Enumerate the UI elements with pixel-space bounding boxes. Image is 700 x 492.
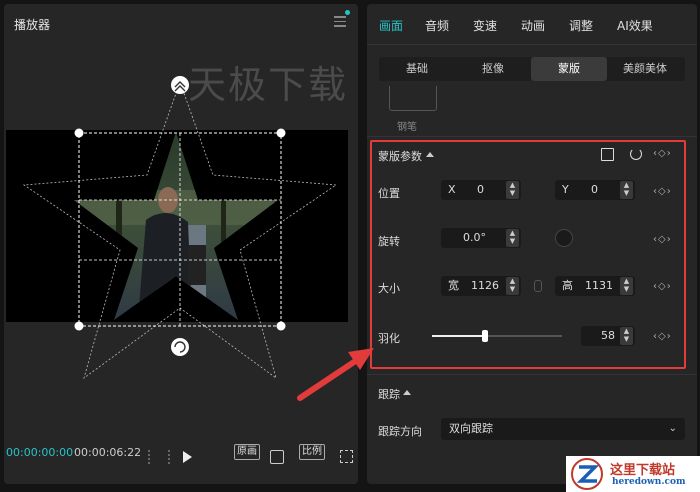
x-value: 0 <box>477 183 484 196</box>
mask-divider <box>367 136 697 137</box>
width-value: 1126 <box>471 279 499 292</box>
feather-value: 58 <box>601 329 615 342</box>
track-direction-value: 双向跟踪 <box>449 422 493 435</box>
y-stepper[interactable]: ▲ ▼ <box>620 181 633 199</box>
tabs-divider <box>367 44 697 45</box>
menu-icon[interactable] <box>334 16 346 27</box>
feather-input[interactable]: 58 ▲ ▼ <box>581 326 635 346</box>
rotation-stepper[interactable]: ▲ ▼ <box>506 229 519 247</box>
invert-mask-icon[interactable] <box>601 148 614 161</box>
height-value: 1131 <box>585 279 613 292</box>
width-stepper[interactable]: ▲ ▼ <box>506 277 519 295</box>
tab-adjust[interactable]: 调整 <box>569 17 593 34</box>
track-section-title[interactable]: 跟踪 <box>378 386 400 402</box>
tab-picture[interactable]: 画面 <box>379 17 403 34</box>
link-ratio-icon[interactable] <box>534 280 542 292</box>
rotation-dial[interactable] <box>555 229 573 247</box>
x-prefix: X <box>448 183 456 196</box>
original-quality-button[interactable]: 原画 <box>234 444 260 460</box>
subtab-basic[interactable]: 基础 <box>379 57 455 81</box>
chevron-down-icon: ⌄ <box>668 423 677 434</box>
y-value: 0 <box>591 183 598 196</box>
pen-mask-thumbnail[interactable] <box>389 86 437 111</box>
subtab-mask[interactable]: 蒙版 <box>531 57 607 81</box>
collapse-icon[interactable] <box>426 152 434 157</box>
height-prefix: 高 <box>562 279 573 292</box>
height-stepper[interactable]: ▲ ▼ <box>620 277 633 295</box>
feather-slider-thumb[interactable] <box>482 330 489 342</box>
size-keyframe-icon[interactable]: ‹◇› <box>653 281 672 292</box>
position-y-input[interactable]: Y 0 ▲ ▼ <box>555 180 635 200</box>
y-prefix: Y <box>562 183 569 196</box>
pen-mask-label: 钢笔 <box>397 122 417 133</box>
size-label: 大小 <box>378 282 400 295</box>
width-prefix: 宽 <box>448 279 459 292</box>
tab-audio[interactable]: 音频 <box>425 17 449 34</box>
tab-ai-effects[interactable]: AI效果 <box>617 17 653 34</box>
rotation-keyframe-icon[interactable]: ‹◇› <box>653 234 672 245</box>
feather-slider-track[interactable] <box>432 330 562 342</box>
feather-slider-fill <box>432 335 486 337</box>
subtab-beauty[interactable]: 美颜美体 <box>607 57 683 81</box>
rotation-value: 0.0° <box>463 231 486 244</box>
width-input[interactable]: 宽 1126 ▲ ▼ <box>441 276 521 296</box>
height-input[interactable]: 高 1131 ▲ ▼ <box>555 276 635 296</box>
reset-icon[interactable] <box>630 148 642 160</box>
site-logo: 这里下载站 heredown.com <box>566 456 700 492</box>
tab-speed[interactable]: 变速 <box>473 17 497 34</box>
mask-section-title[interactable]: 蒙版参数 <box>378 148 422 164</box>
logo-mark-icon <box>571 458 603 490</box>
main-tabs: 画面 音频 变速 动画 调整 AI效果 <box>367 4 697 44</box>
time-total: 00:00:06:22 <box>74 446 142 459</box>
fullscreen-icon[interactable] <box>340 450 353 463</box>
timeline-grid-icon[interactable] <box>148 450 170 464</box>
logo-url: heredown.com <box>612 477 686 487</box>
play-icon[interactable] <box>183 451 192 463</box>
position-keyframe-icon[interactable]: ‹◇› <box>653 186 672 197</box>
track-collapse-icon[interactable] <box>403 390 411 395</box>
player-title: 播放器 <box>14 18 51 32</box>
rotation-input[interactable]: 0.0° ▲ ▼ <box>441 228 521 248</box>
sub-tabs: 基础 抠像 蒙版 美颜美体 <box>379 57 685 81</box>
ratio-button[interactable]: 比例 <box>299 444 325 460</box>
time-current: 00:00:00:00 <box>6 446 74 459</box>
screenshot-icon[interactable] <box>270 450 284 464</box>
track-direction-label: 跟踪方向 <box>378 425 422 438</box>
notification-dot <box>345 10 350 15</box>
keyframe-icon[interactable]: ‹◇› <box>653 148 672 159</box>
feather-keyframe-icon[interactable]: ‹◇› <box>653 331 672 342</box>
position-x-input[interactable]: X 0 ▲ ▼ <box>441 180 521 200</box>
x-stepper[interactable]: ▲ ▼ <box>506 181 519 199</box>
rotation-label: 旋转 <box>378 235 400 248</box>
feather-stepper[interactable]: ▲ ▼ <box>620 327 633 345</box>
track-direction-select[interactable]: 双向跟踪 ⌄ <box>441 418 685 440</box>
logo-title: 这里下载站 <box>610 463 676 478</box>
position-label: 位置 <box>378 187 400 200</box>
subtab-cutout[interactable]: 抠像 <box>455 57 531 81</box>
track-divider <box>367 374 697 375</box>
tab-animation[interactable]: 动画 <box>521 17 545 34</box>
